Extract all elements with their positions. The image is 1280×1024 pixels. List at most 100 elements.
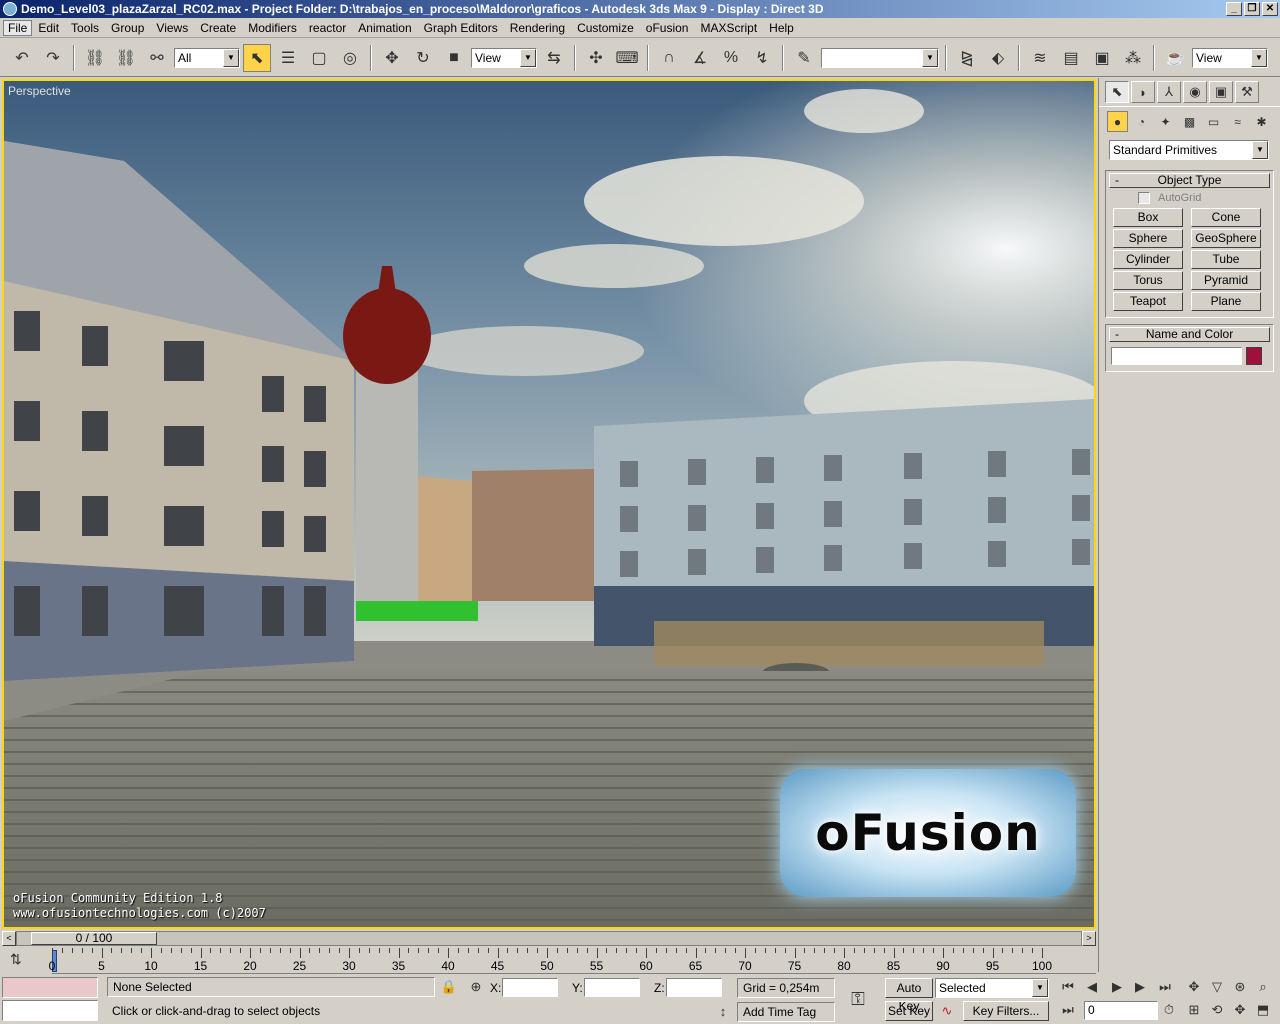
zoom-icon[interactable]: ⌕	[1254, 979, 1272, 995]
menu-rendering[interactable]: Rendering	[504, 21, 571, 35]
menu-maxscript[interactable]: MAXScript	[694, 21, 763, 35]
y-coordinate-field[interactable]	[584, 978, 640, 997]
torus-button[interactable]: Torus	[1113, 271, 1183, 290]
edit-named-selection-icon[interactable]: ✎	[790, 44, 818, 72]
zoom-all-icon[interactable]: ⊞	[1185, 1002, 1203, 1018]
key-icon[interactable]: ⚿	[849, 989, 867, 1010]
close-button[interactable]: ✕	[1262, 2, 1278, 16]
angle-snap-icon[interactable]: ∡	[686, 44, 714, 72]
schematic-view-icon[interactable]: ▣	[1088, 44, 1116, 72]
pan-icon[interactable]: ✥	[1185, 979, 1203, 995]
menu-customize[interactable]: Customize	[571, 21, 640, 35]
menu-ofusion[interactable]: oFusion	[640, 21, 695, 35]
perspective-viewport[interactable]: Perspective oFusion oFusion Community Ed…	[2, 79, 1096, 929]
key-mode-toggle-icon[interactable]: ⏭	[1059, 1002, 1077, 1018]
restore-button[interactable]: ❐	[1244, 2, 1260, 16]
helpers-icon[interactable]: ▭	[1203, 111, 1224, 132]
time-slider-next[interactable]: >	[1082, 930, 1096, 946]
keyboard-shortcut-icon[interactable]: ⌨	[613, 44, 641, 72]
select-and-move-icon[interactable]: ✥	[378, 44, 406, 72]
unlink-icon[interactable]: ⛓	[112, 44, 140, 72]
space-warps-icon[interactable]: ≈	[1227, 111, 1248, 132]
plane-button[interactable]: Plane	[1191, 292, 1261, 311]
render-type-dropdown[interactable]: View ▼	[1192, 47, 1268, 68]
manipulate-icon[interactable]: ✣	[582, 44, 610, 72]
tab-create-icon[interactable]: ⬉	[1105, 81, 1129, 103]
time-configuration-icon[interactable]: ⏱	[1160, 1002, 1178, 1018]
absolute-mode-icon[interactable]: ⊕	[467, 979, 485, 995]
add-time-tag-field[interactable]: Add Time Tag	[737, 1002, 835, 1022]
geosphere-button[interactable]: GeoSphere	[1191, 229, 1261, 248]
select-and-scale-icon[interactable]: ■	[440, 44, 468, 72]
tab-hierarchy-icon[interactable]: ⅄	[1157, 81, 1181, 103]
selection-filter-dropdown[interactable]: All ▼	[174, 47, 240, 68]
object-color-swatch[interactable]	[1246, 347, 1262, 365]
tab-modify-icon[interactable]: ◗	[1131, 81, 1155, 103]
spinner-snap-icon[interactable]: ↯	[748, 44, 776, 72]
menu-file[interactable]: File	[3, 19, 33, 36]
minimize-button[interactable]: _	[1226, 2, 1242, 16]
select-and-rotate-icon[interactable]: ↻	[409, 44, 437, 72]
menu-animation[interactable]: Animation	[352, 21, 417, 35]
teapot-button[interactable]: Teapot	[1113, 292, 1183, 311]
time-slider-prev[interactable]: <	[2, 930, 16, 946]
box-button[interactable]: Box	[1113, 208, 1183, 227]
menu-reactor[interactable]: reactor	[303, 21, 352, 35]
z-coordinate-field[interactable]	[666, 978, 722, 997]
go-to-start-icon[interactable]: ⏮	[1059, 979, 1077, 995]
redo-icon[interactable]: ↷	[39, 44, 67, 72]
maxscript-listener-output[interactable]	[2, 977, 98, 998]
lock-icon[interactable]: 🔒	[440, 979, 458, 995]
undo-icon[interactable]: ↶	[8, 44, 36, 72]
timeline-config-icon[interactable]: ⇅	[10, 951, 22, 968]
name-and-color-header[interactable]: - Name and Color	[1109, 327, 1270, 342]
go-to-end-icon[interactable]: ⏭	[1156, 979, 1174, 995]
frame-ruler[interactable]: 0 5 10 15 20 25 30 35 40 45 50 55 60 65 70 75 80 85 90 95 10…	[49, 948, 1096, 974]
field-of-view-icon[interactable]: ▽	[1208, 979, 1226, 995]
material-editor-icon[interactable]: ⁂	[1119, 44, 1147, 72]
viewport-label[interactable]: Perspective	[8, 84, 71, 98]
menu-edit[interactable]: Edit	[32, 21, 65, 35]
menu-help[interactable]: Help	[763, 21, 800, 35]
layer-manager-icon[interactable]: ≋	[1026, 44, 1054, 72]
pyramid-button[interactable]: Pyramid	[1191, 271, 1261, 290]
key-tangent-icon[interactable]: ∿	[938, 1003, 956, 1019]
bind-space-warp-icon[interactable]: ⚯	[143, 44, 171, 72]
systems-icon[interactable]: ✱	[1251, 111, 1272, 132]
walk-through-icon[interactable]: ✥	[1231, 1002, 1249, 1018]
menu-modifiers[interactable]: Modifiers	[242, 21, 303, 35]
tab-display-icon[interactable]: ▣	[1209, 81, 1233, 103]
window-crossing-icon[interactable]: ◎	[336, 44, 364, 72]
render-scene-icon[interactable]: ☕	[1161, 44, 1189, 72]
key-mode-dropdown[interactable]: Selected ▼	[935, 978, 1049, 998]
play-icon[interactable]: ▶	[1108, 979, 1126, 995]
menu-graph-editors[interactable]: Graph Editors	[418, 21, 504, 35]
time-slider-track[interactable]: 0 / 100	[16, 930, 1082, 946]
geometry-icon[interactable]: ●	[1107, 111, 1128, 132]
lights-icon[interactable]: ✦	[1155, 111, 1176, 132]
arc-rotate-icon[interactable]: ⟲	[1208, 1002, 1226, 1018]
menu-views[interactable]: Views	[150, 21, 194, 35]
mirror-icon[interactable]: ⧎	[953, 44, 981, 72]
time-slider-thumb[interactable]: 0 / 100	[31, 931, 157, 945]
align-icon[interactable]: ⬖	[984, 44, 1012, 72]
autogrid-checkbox[interactable]: AutoGrid	[1138, 192, 1273, 204]
tube-button[interactable]: Tube	[1191, 250, 1261, 269]
snaps-toggle-icon[interactable]: ∩	[655, 44, 683, 72]
menu-tools[interactable]: Tools	[65, 21, 105, 35]
curve-editor-icon[interactable]: ▤	[1057, 44, 1085, 72]
previous-frame-icon[interactable]: ◀	[1083, 979, 1101, 995]
select-by-name-icon[interactable]: ☰	[274, 44, 302, 72]
tab-utilities-icon[interactable]: ⚒	[1235, 81, 1259, 103]
maximize-viewport-icon[interactable]: ⬒	[1254, 1002, 1272, 1018]
reference-coordinate-dropdown[interactable]: View ▼	[471, 47, 537, 68]
rectangular-region-icon[interactable]: ▢	[305, 44, 333, 72]
named-selection-dropdown[interactable]: ▼	[821, 47, 939, 68]
maxscript-listener-input[interactable]	[2, 1000, 98, 1021]
cone-button[interactable]: Cone	[1191, 208, 1261, 227]
sphere-button[interactable]: Sphere	[1113, 229, 1183, 248]
select-and-link-icon[interactable]: ⛓	[81, 44, 109, 72]
menu-group[interactable]: Group	[105, 21, 150, 35]
cylinder-button[interactable]: Cylinder	[1113, 250, 1183, 269]
pivot-center-icon[interactable]: ⇆	[540, 44, 568, 72]
